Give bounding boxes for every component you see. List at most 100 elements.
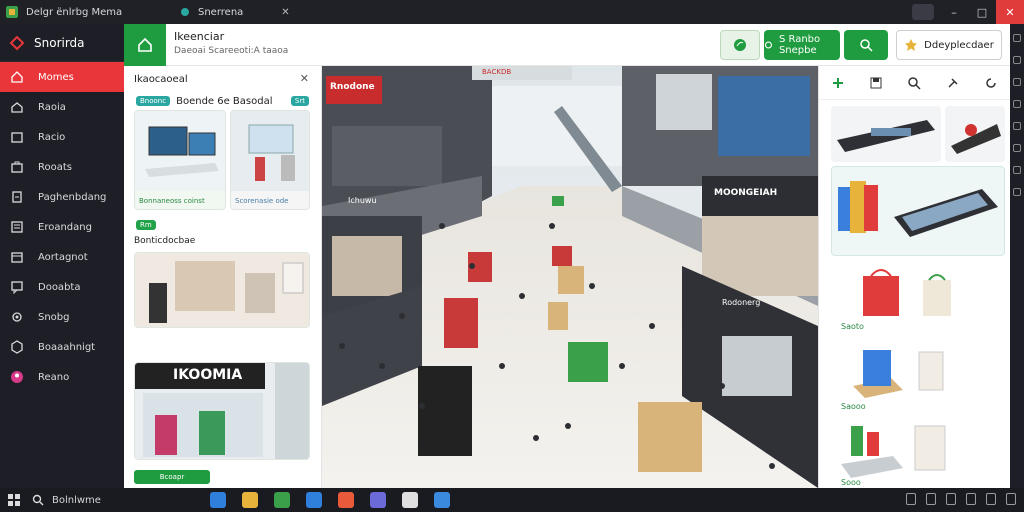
leaf-icon bbox=[734, 39, 746, 51]
favorite-button-label: Ddeyplecdaer bbox=[924, 39, 994, 51]
sidebar-item-8[interactable]: Dooabta bbox=[0, 272, 124, 302]
edge-tool-icon[interactable] bbox=[1013, 34, 1021, 42]
section-title: Bonticdocbae bbox=[134, 236, 196, 246]
tray-icon[interactable] bbox=[1006, 493, 1016, 505]
edge-tool-icon[interactable] bbox=[1013, 122, 1021, 130]
sidebar-item-label: Aortagnot bbox=[38, 251, 88, 263]
store-front-card[interactable]: IKOOMIA bbox=[134, 362, 310, 460]
product-tile[interactable] bbox=[831, 416, 1005, 480]
tray-icon[interactable] bbox=[986, 493, 996, 505]
bottom-action-button[interactable]: Bcoapr bbox=[134, 470, 210, 484]
product-tile[interactable] bbox=[831, 340, 1005, 402]
edge-tool-icon[interactable] bbox=[1013, 78, 1021, 86]
sidebar-item-10[interactable]: Boaaahnigt bbox=[0, 332, 124, 362]
taskbar-app-icon[interactable] bbox=[274, 492, 290, 508]
sidebar-item-5[interactable]: Paghenbdang bbox=[0, 182, 124, 212]
taskbar-search[interactable]: Bolnlwme bbox=[32, 492, 101, 508]
edge-tool-icon[interactable] bbox=[1013, 100, 1021, 108]
system-tray bbox=[906, 493, 1016, 505]
briefcase-icon bbox=[11, 161, 23, 173]
sidebar-item-1[interactable]: Momes bbox=[0, 62, 124, 92]
sidebar-item-label: Boaaahnigt bbox=[38, 341, 96, 353]
sidebar-item-label: Racio bbox=[38, 131, 66, 143]
featured-tile[interactable] bbox=[831, 166, 1005, 256]
sidebar-item-label: Paghenbdang bbox=[38, 191, 107, 203]
left-panel: Ikaocaoeal ✕ Bnoonc Boende 6e Basodal Sr… bbox=[124, 66, 322, 488]
sidebar-item-11[interactable]: Reano bbox=[0, 362, 124, 392]
device-tile[interactable] bbox=[831, 106, 941, 162]
search-button[interactable] bbox=[844, 30, 888, 60]
edge-tool-icon[interactable] bbox=[1013, 56, 1021, 64]
product-caption: Sooo bbox=[841, 478, 861, 487]
store-image[interactable] bbox=[134, 252, 310, 328]
tray-icon[interactable] bbox=[926, 493, 936, 505]
edge-tool-icon[interactable] bbox=[1013, 188, 1021, 196]
taskbar-app-icon[interactable] bbox=[338, 492, 354, 508]
plus-icon[interactable] bbox=[831, 76, 845, 90]
eco-button[interactable] bbox=[720, 30, 760, 60]
house-icon bbox=[11, 102, 23, 113]
sidebar-item-7[interactable]: Aortagnot bbox=[0, 242, 124, 272]
settings-icon bbox=[764, 41, 773, 49]
close-button[interactable]: ✕ bbox=[996, 0, 1024, 24]
mall-scene: Rnodone BACKDB Ichuwu MOONGEIAH Rodonerg bbox=[322, 66, 818, 488]
search-icon[interactable] bbox=[907, 76, 921, 90]
home-icon bbox=[11, 71, 23, 83]
pin-icon[interactable] bbox=[946, 76, 960, 90]
settings-button[interactable]: S Ranbo Snepbe bbox=[764, 30, 840, 60]
sidebar-item-6[interactable]: Eroandang bbox=[0, 212, 124, 242]
home-button[interactable] bbox=[124, 24, 166, 66]
brand[interactable]: Snorirda bbox=[0, 24, 124, 62]
tab-favicon-icon bbox=[181, 8, 189, 16]
tab-close-icon[interactable]: ✕ bbox=[281, 7, 289, 18]
save-icon[interactable] bbox=[869, 76, 883, 90]
card-caption: Scorenasie ode bbox=[235, 197, 289, 205]
tray-icon[interactable] bbox=[946, 493, 956, 505]
start-icon[interactable] bbox=[8, 494, 20, 506]
minimize-button[interactable]: – bbox=[940, 0, 968, 24]
card-caption: Bonnaneoss coinst bbox=[139, 197, 205, 205]
product-caption: Saoto bbox=[841, 322, 864, 331]
sidebar-nav: Momes Raoia Racio Rooats Paghenbdang Eroandan… bbox=[0, 62, 124, 392]
section-title: Boende 6e Basodal bbox=[176, 95, 273, 107]
taskbar-app-icon[interactable] bbox=[370, 492, 386, 508]
taskbar-app-icon[interactable] bbox=[434, 492, 450, 508]
tab-label: Snerrena bbox=[198, 6, 244, 18]
refresh-icon[interactable] bbox=[984, 76, 998, 90]
store-sign: IKOOMIA bbox=[173, 367, 243, 383]
window-title: Delgr ënlrbg Mema bbox=[26, 6, 123, 18]
edge-tool-icon[interactable] bbox=[1013, 166, 1021, 174]
sidebar-item-4[interactable]: Rooats bbox=[0, 152, 124, 182]
sidebar-item-9[interactable]: Snobg bbox=[0, 302, 124, 332]
store-sign: Ichuwu bbox=[348, 196, 377, 205]
search-icon bbox=[32, 494, 44, 506]
section-tag: Bnoonc bbox=[136, 96, 171, 106]
section-tag: Rm bbox=[136, 220, 156, 230]
account-avatar[interactable] bbox=[912, 4, 934, 20]
sidebar-item-3[interactable]: Racio bbox=[0, 122, 124, 152]
section-header: Rm bbox=[124, 216, 168, 234]
avatar-icon bbox=[11, 371, 23, 383]
sidebar: Snorirda Momes Raoia Racio Rooats Paghenbdan… bbox=[0, 24, 124, 488]
edge-tool-icon[interactable] bbox=[1013, 144, 1021, 152]
close-icon[interactable]: ✕ bbox=[300, 72, 309, 85]
brand-logo-icon bbox=[9, 35, 25, 50]
product-tile[interactable] bbox=[831, 262, 1005, 324]
folder-icon bbox=[11, 132, 23, 143]
browser-tab[interactable]: Snerrena ✕ bbox=[180, 3, 290, 21]
taskbar: Bolnlwme bbox=[0, 488, 1024, 512]
maximize-button[interactable]: □ bbox=[968, 0, 996, 24]
device-tile[interactable] bbox=[945, 106, 1005, 162]
taskbar-app-icon[interactable] bbox=[306, 492, 322, 508]
favorite-button[interactable]: Ddeyplecdaer bbox=[896, 30, 1002, 60]
product-card[interactable]: Bonnaneoss coinst bbox=[134, 110, 226, 210]
taskbar-app-icon[interactable] bbox=[402, 492, 418, 508]
sidebar-item-2[interactable]: Raoia bbox=[0, 92, 124, 122]
tray-icon[interactable] bbox=[906, 493, 916, 505]
product-card[interactable]: Scorenasie ode bbox=[230, 110, 310, 210]
bottom-action-label: Bcoapr bbox=[159, 473, 185, 481]
tray-icon[interactable] bbox=[966, 493, 976, 505]
mall-interior-image bbox=[322, 66, 818, 488]
taskbar-app-icon[interactable] bbox=[210, 492, 226, 508]
taskbar-app-icon[interactable] bbox=[242, 492, 258, 508]
